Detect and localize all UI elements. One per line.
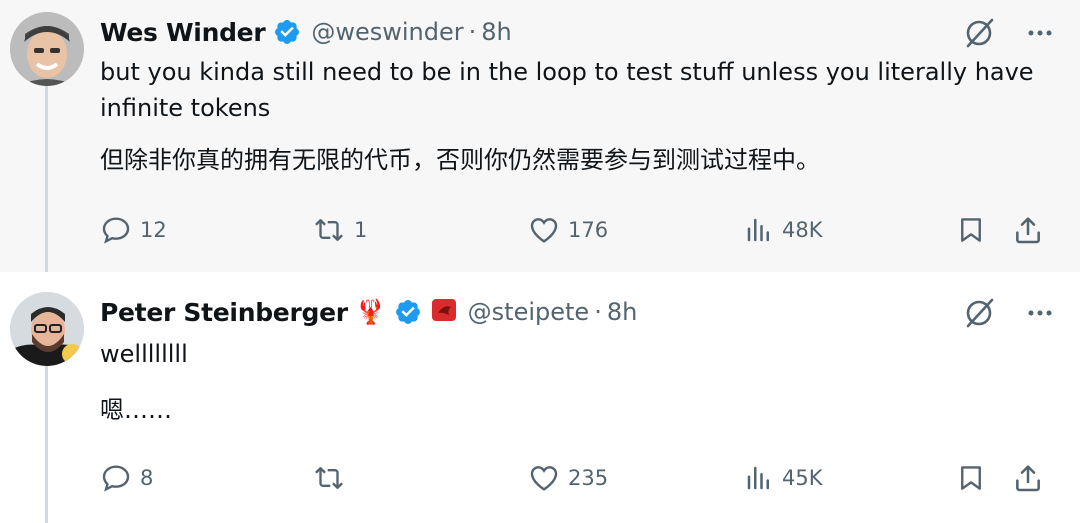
verified-icon <box>273 18 301 46</box>
share-button[interactable] <box>1012 462 1044 494</box>
retweet-button[interactable] <box>312 462 354 494</box>
tweet-text-english: but you kinda still need to be in the lo… <box>100 58 1042 122</box>
tweet-time[interactable]: 8h <box>607 298 637 326</box>
reply-button[interactable]: 12 <box>100 214 167 246</box>
bookmark-icon <box>961 466 981 490</box>
separator-dot: · <box>594 298 602 326</box>
views-button[interactable]: 45K <box>744 462 823 494</box>
bookmark-icon <box>961 218 981 242</box>
tweet-header: Peter Steinberger 🦞 @steipete · 8h <box>100 292 960 332</box>
like-icon <box>530 218 558 243</box>
tweet-time[interactable]: 8h <box>481 18 511 46</box>
more-icon[interactable] <box>1026 19 1054 51</box>
lobster-emoji: 🦞 <box>355 298 386 326</box>
tweet-wes-winder[interactable]: Wes Winder @weswinder · 8h but you kinda… <box>0 0 1080 272</box>
tweet-actions: 8 235 45K <box>100 462 1050 502</box>
retweet-icon <box>315 467 343 489</box>
like-count: 235 <box>568 466 609 490</box>
affiliate-badge-icon <box>430 296 458 328</box>
views-count: 45K <box>782 466 823 490</box>
retweet-count: 1 <box>354 218 368 242</box>
more-icon[interactable] <box>1026 299 1054 331</box>
views-icon <box>747 218 769 242</box>
bookmark-button[interactable] <box>956 214 986 246</box>
avatar-wes-winder[interactable] <box>10 12 84 86</box>
views-button[interactable]: 48K <box>744 214 823 246</box>
thread-line <box>45 84 48 272</box>
tweet-peter-steinberger[interactable]: Peter Steinberger 🦞 @steipete · 8h welll… <box>0 272 1080 523</box>
retweet-button[interactable]: 1 <box>312 214 367 246</box>
tweet-text-translation: 嗯…… <box>100 396 172 424</box>
reply-button[interactable]: 8 <box>100 462 153 494</box>
author-name[interactable]: Peter Steinberger <box>100 298 348 327</box>
tweet-header: Wes Winder @weswinder · 8h <box>100 12 960 52</box>
tweet-actions: 12 1 176 48K <box>100 214 1050 254</box>
like-button[interactable]: 235 <box>528 462 608 494</box>
author-name[interactable]: Wes Winder <box>100 18 266 47</box>
share-button[interactable] <box>1012 214 1044 246</box>
views-count: 48K <box>782 218 823 242</box>
grok-icon[interactable] <box>962 296 996 334</box>
retweet-icon <box>315 219 343 241</box>
tweet-top-icons <box>962 296 1054 334</box>
verified-icon <box>394 298 422 326</box>
views-icon <box>747 466 769 490</box>
avatar-peter-steinberger[interactable] <box>10 292 84 366</box>
share-icon <box>1016 217 1040 244</box>
tweet-text-english: wellllllll <box>100 340 188 368</box>
tweet-text-translation: 但除非你真的拥有无限的代币，否则你仍然需要参与到测试过程中。 <box>100 146 820 174</box>
thread-line <box>45 366 48 523</box>
reply-icon <box>102 465 130 492</box>
tweet-top-icons <box>962 16 1054 54</box>
bookmark-button[interactable] <box>956 462 986 494</box>
reply-icon <box>102 217 130 244</box>
like-icon <box>530 466 558 491</box>
reply-count: 8 <box>140 466 154 490</box>
author-handle[interactable]: @weswinder <box>311 18 463 46</box>
like-count: 176 <box>568 218 609 242</box>
reply-count: 12 <box>140 218 167 242</box>
author-handle[interactable]: @steipete <box>468 298 590 326</box>
like-button[interactable]: 176 <box>528 214 608 246</box>
share-icon <box>1016 465 1040 492</box>
grok-icon[interactable] <box>962 16 996 54</box>
separator-dot: · <box>468 18 477 46</box>
